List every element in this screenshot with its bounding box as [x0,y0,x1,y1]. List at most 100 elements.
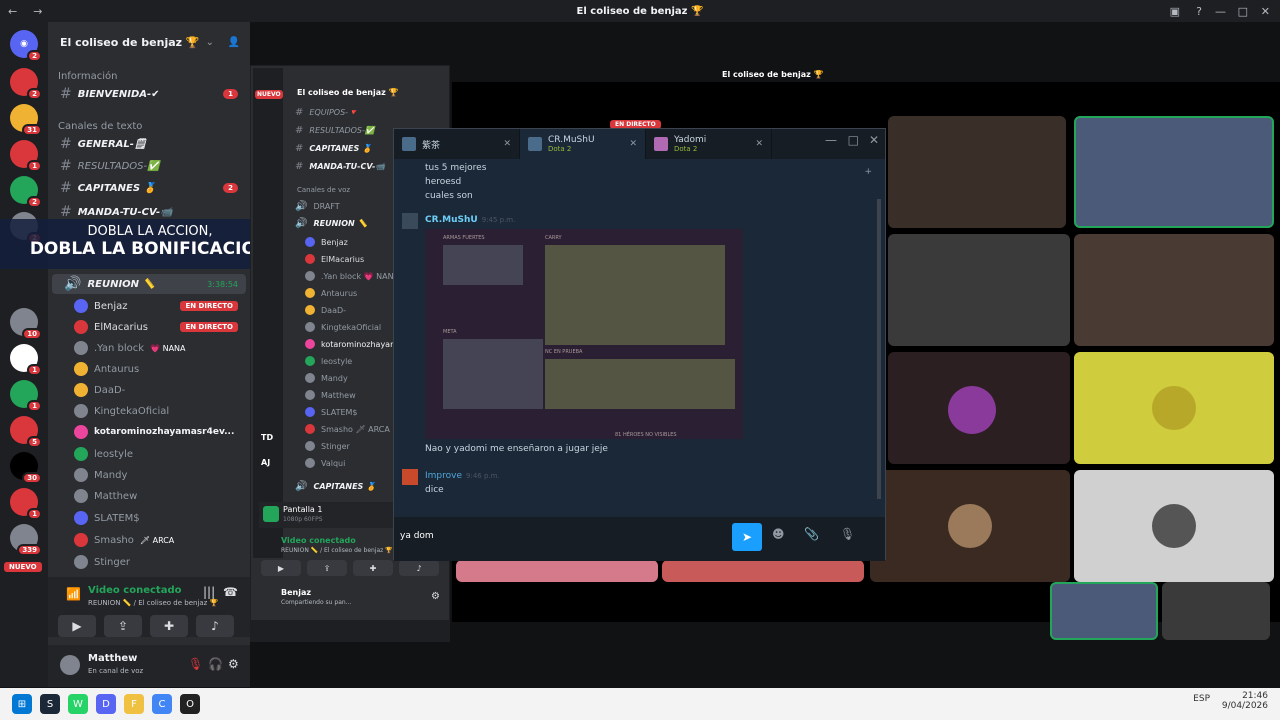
avatar [74,383,88,397]
minimize-icon[interactable]: — [825,133,837,147]
attach-icon[interactable]: 📎 [804,527,819,541]
close-icon[interactable]: ✕ [869,133,879,147]
voice-user[interactable]: leostyle [48,444,250,464]
voice-user[interactable]: Benjaz EN DIRECTO [48,296,250,316]
close-icon[interactable]: ✕ [503,139,511,149]
mic-muted-icon[interactable]: 🎙 [188,657,203,671]
voice-channel-reunion[interactable]: 🔊 REUNION 📏 3:38:54 [52,274,246,294]
chat-tab[interactable]: CR.MuShU Dota 2 ✕ [520,129,646,159]
voice-user[interactable]: DaaD- [48,380,250,400]
chat-tab[interactable]: 紫茶 ✕ [394,129,520,159]
channel-general[interactable]: # GENERAL-🗒 [48,134,250,154]
voice-user[interactable]: ElMacarius EN DIRECTO [48,317,250,337]
maximize-icon[interactable]: □ [848,133,859,147]
chat-message: heroesd [425,177,462,187]
headphones-icon[interactable]: 🎧 [208,657,223,671]
server-icon[interactable]: 1 [10,488,42,520]
folder-icon[interactable]: F [124,694,144,714]
home-button[interactable]: ◉ 2 [10,30,42,62]
server-icon[interactable]: 2 [10,176,42,208]
soundboard-button[interactable]: ♪ [399,560,439,576]
noise-suppression-icon[interactable]: ||| [203,585,215,599]
video-tile[interactable] [456,560,658,582]
server-icon[interactable]: 10 [10,308,42,340]
channel-resultados[interactable]: # RESULTADOS-✅ [48,156,250,176]
video-tile[interactable] [1074,234,1274,346]
voice-user[interactable]: kotarominozhayamasr4ev... [48,422,250,442]
add-user-icon[interactable]: 👤 [228,37,240,48]
camera-button[interactable]: ▶ [261,560,301,576]
server-icon[interactable]: 5 [10,416,42,448]
obs-icon[interactable]: O [180,694,200,714]
steam-icon[interactable]: S [40,694,60,714]
video-tile[interactable] [888,116,1066,228]
shared-image[interactable]: ARMAS FUERTES CARRY META NC EN PRUEBA 81… [425,229,743,439]
chrome-icon[interactable]: C [152,694,172,714]
voice-user[interactable]: Mandy [48,465,250,485]
server-header[interactable]: El coliseo de benjaz 🏆 ⌄ 👤 [48,28,250,56]
video-tile[interactable] [662,560,864,582]
inbox-icon[interactable]: ▣ [1162,5,1188,18]
video-tile[interactable] [870,470,1070,582]
start-button[interactable]: ⊞ [12,694,32,714]
voice-user[interactable]: Smasho 🗡 ARCA [48,530,250,550]
close-icon[interactable]: ✕ [755,139,763,149]
channel[interactable]: # EQUIPOS-🔻 [291,102,436,122]
video-tile[interactable] [1074,116,1274,228]
server-icon[interactable]: 1 [10,140,42,172]
voice-user[interactable]: KingtekaOficial [48,401,250,421]
clock[interactable]: 21:46 9/04/2026 [1222,691,1268,711]
nested-taskbar [250,620,450,642]
voice-user[interactable]: Antaurus [48,359,250,379]
gear-icon[interactable]: ⚙ [228,657,239,671]
avatar [74,404,88,418]
user-name: Matthew [88,653,138,664]
discord-icon[interactable]: D [96,694,116,714]
category-info[interactable]: Información [48,66,250,86]
soundboard-button[interactable]: ♪ [196,615,234,637]
channel-capitanes[interactable]: # CAPITANES 🏅 2 [48,178,250,198]
server-icon[interactable]: 30 [10,452,42,484]
server-icon[interactable]: 1 [10,380,42,412]
video-tile[interactable] [1074,352,1274,464]
channel-sidebar: El coliseo de benjaz 🏆 ⌄ 👤 Información #… [48,22,250,687]
emoji-icon[interactable]: ☻ [772,527,785,541]
voice-user[interactable]: .Yan block 💗 NANA [48,338,250,358]
avatar [60,655,80,675]
channel-bienvenida[interactable]: # BIENVENIDA-✔ 1 [48,84,250,104]
voice-user[interactable]: SLATEM$ [48,508,250,528]
gear-icon[interactable]: ⚙ [431,591,440,602]
close-icon[interactable]: ✕ [1253,5,1278,18]
hash-icon: # [60,180,72,196]
chat-input[interactable]: ya dom [400,523,730,551]
activities-button[interactable]: ✚ [353,560,393,576]
self-video-tile[interactable] [1162,582,1270,640]
category-text[interactable]: Canales de texto [48,116,250,136]
screen-share-button[interactable]: ⇪ [104,615,142,637]
chat-tab[interactable]: Yadomi Dota 2 ✕ [646,129,772,159]
server-icon[interactable]: 339 [10,524,42,556]
scrollbar[interactable] [877,199,881,499]
whatsapp-icon[interactable]: W [68,694,88,714]
avatar [74,511,88,525]
send-button[interactable]: ➤ [732,523,762,551]
video-tile[interactable] [888,352,1070,464]
add-friend-icon[interactable]: + [864,167,872,177]
avatar [948,386,996,434]
server-icon[interactable]: 1 [10,344,42,376]
voice-user[interactable]: Matthew [48,486,250,506]
hash-icon: # [60,86,72,102]
server-icon[interactable]: 2 [10,68,42,100]
screen-share-button[interactable]: ⇪ [307,560,347,576]
self-video-tile[interactable] [1050,582,1158,640]
voice-user[interactable]: Stinger [48,552,250,572]
server-icon[interactable]: 31 [10,104,42,136]
disconnect-icon[interactable]: ☎ [223,585,238,599]
video-tile[interactable] [1074,470,1274,582]
voice-icon[interactable]: 🎙 [840,527,855,541]
screen-icon [263,506,279,522]
activities-button[interactable]: ✚ [150,615,188,637]
video-tile[interactable] [888,234,1070,346]
close-icon[interactable]: ✕ [629,139,637,149]
camera-button[interactable]: ▶ [58,615,96,637]
